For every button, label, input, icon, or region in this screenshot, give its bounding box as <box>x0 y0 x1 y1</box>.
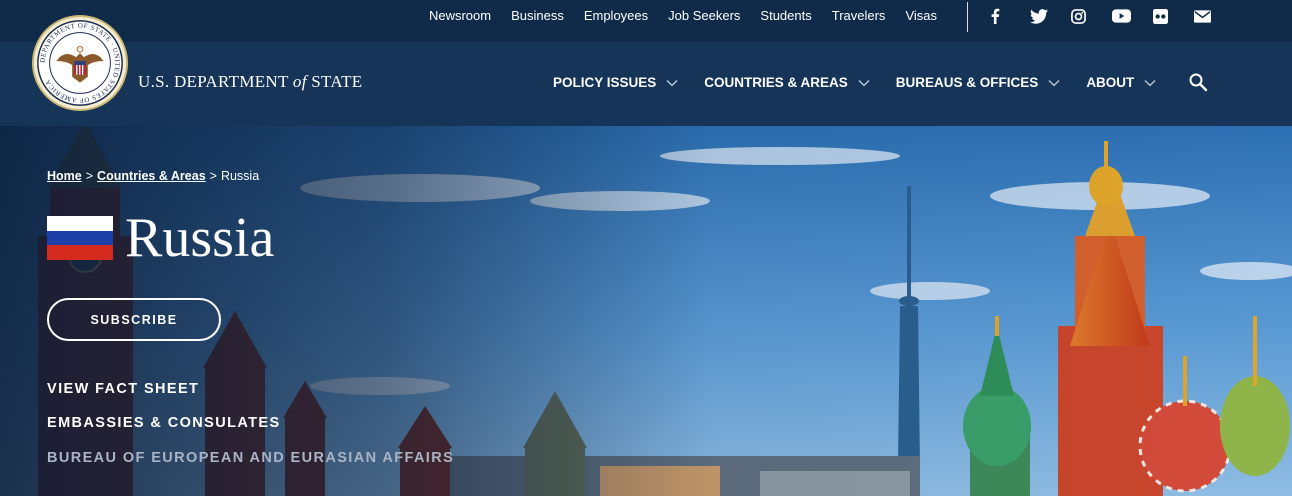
utility-link-students[interactable]: Students <box>760 8 811 23</box>
breadcrumb: Home > Countries & Areas > Russia <box>47 169 259 183</box>
brand-of: of <box>292 72 307 91</box>
utility-divider <box>967 2 968 32</box>
chevron-down-icon <box>858 79 870 86</box>
breadcrumb-separator: > <box>85 169 94 183</box>
subscribe-button[interactable]: SUBSCRIBE <box>47 298 221 341</box>
brand-suffix: STATE <box>306 72 363 91</box>
social-links <box>989 7 1235 25</box>
nav-label: BUREAUS & OFFICES <box>895 75 1039 90</box>
hero-banner: Home > Countries & Areas > Russia Russia SUB… <box>0 126 1292 496</box>
main-nav: POLICY ISSUES COUNTRIES & AREAS BUREAUS … <box>553 75 1182 90</box>
facebook-icon[interactable] <box>989 7 1030 25</box>
utility-links: Newsroom Business Employees Job Seekers … <box>429 8 937 23</box>
russia-flag-icon <box>47 216 113 260</box>
flickr-icon[interactable] <box>1153 7 1194 25</box>
breadcrumb-countries[interactable]: Countries & Areas <box>97 169 206 183</box>
chevron-down-icon <box>1144 79 1156 86</box>
nav-bureaus-offices[interactable]: BUREAUS & OFFICES <box>896 75 1061 90</box>
utility-link-employees[interactable]: Employees <box>584 8 648 23</box>
chevron-down-icon <box>1048 79 1060 86</box>
utility-link-newsroom[interactable]: Newsroom <box>429 8 491 23</box>
instagram-icon[interactable] <box>1071 7 1112 25</box>
bureau-european-eurasian-link[interactable]: BUREAU OF EUROPEAN AND EURASIAN AFFAIRS <box>47 450 454 466</box>
nav-about[interactable]: ABOUT <box>1086 75 1156 90</box>
nav-policy-issues[interactable]: POLICY ISSUES <box>553 75 678 90</box>
view-fact-sheet-link[interactable]: VIEW FACT SHEET <box>47 381 199 397</box>
search-icon[interactable] <box>1188 72 1208 92</box>
page-title: Russia <box>125 207 275 269</box>
email-icon[interactable] <box>1194 7 1235 25</box>
utility-link-visas[interactable]: Visas <box>905 8 937 23</box>
utility-link-business[interactable]: Business <box>511 8 564 23</box>
nav-label: ABOUT <box>1086 75 1135 90</box>
department-seal-icon[interactable]: DEPARTMENT OF STATE · UNITED STATES OF A… <box>31 14 129 112</box>
breadcrumb-separator: > <box>209 169 217 183</box>
utility-link-travelers[interactable]: Travelers <box>832 8 886 23</box>
utility-bar: Newsroom Business Employees Job Seekers … <box>0 0 1292 42</box>
youtube-icon[interactable] <box>1112 7 1153 25</box>
nav-label: POLICY ISSUES <box>553 75 657 90</box>
nav-label: COUNTRIES & AREAS <box>704 75 848 90</box>
embassies-consulates-link[interactable]: EMBASSIES & CONSULATES <box>47 415 281 431</box>
twitter-icon[interactable] <box>1030 7 1071 25</box>
breadcrumb-home[interactable]: Home <box>47 169 82 183</box>
chevron-down-icon <box>666 79 678 86</box>
breadcrumb-current: Russia <box>220 169 260 183</box>
nav-countries-areas[interactable]: COUNTRIES & AREAS <box>704 75 870 90</box>
utility-link-job-seekers[interactable]: Job Seekers <box>668 8 740 23</box>
brand-prefix: U.S. DEPARTMENT <box>138 72 293 91</box>
site-brand[interactable]: U.S. DEPARTMENT of STATE <box>138 72 362 92</box>
